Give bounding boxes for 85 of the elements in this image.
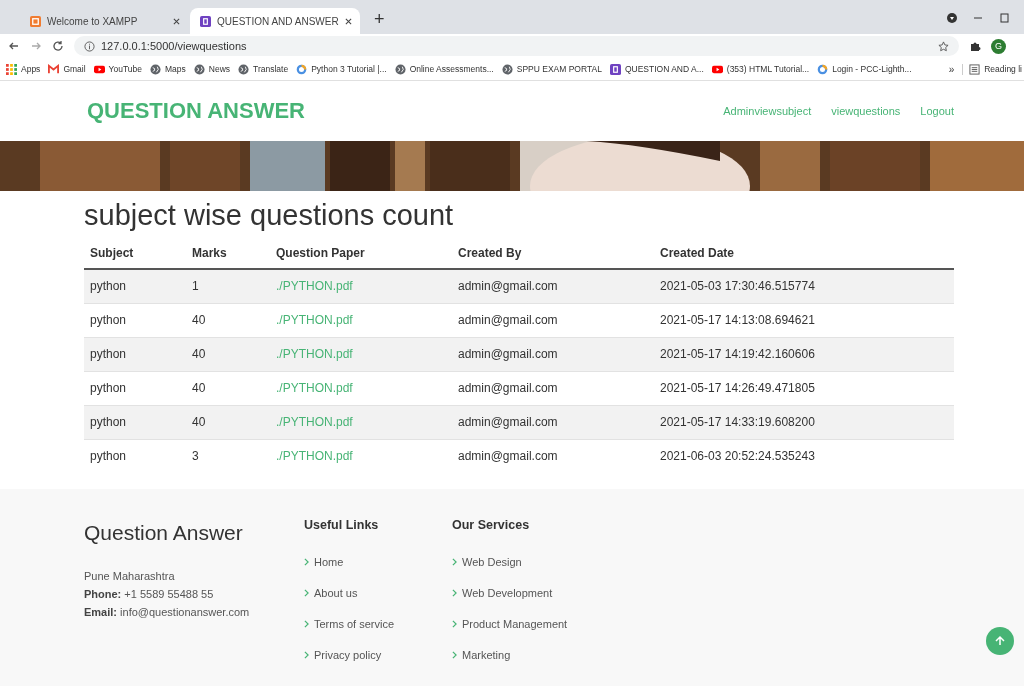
list-icon: [969, 63, 981, 75]
footer-link[interactable]: Product Management: [452, 608, 568, 639]
table-cell: 2021-05-17 14:26:49.471805: [660, 381, 815, 395]
address-text: Pune Maharashtra: [84, 570, 176, 582]
page-heading: subject wise questions count: [84, 199, 455, 232]
table-cell: 40: [192, 313, 206, 327]
close-icon[interactable]: [344, 17, 352, 25]
puzzle-icon[interactable]: [969, 40, 981, 52]
bootstrap-icon: [200, 15, 211, 27]
bookmark[interactable]: SPPU EXAM PORTAL: [501, 63, 602, 75]
chevron-icon: [452, 619, 457, 628]
footer-heading: Useful Links: [304, 518, 380, 532]
chevron-icon: [304, 650, 309, 659]
mail-icon: [48, 63, 60, 75]
back-arrow-icon[interactable]: [8, 40, 20, 52]
chevron-icon: [452, 588, 457, 597]
table-cell: python: [90, 381, 127, 395]
table-cell: python: [90, 347, 127, 361]
bookmark[interactable]: News: [193, 63, 231, 75]
table-cell: admin@gmail.com: [458, 313, 558, 327]
maximize-icon[interactable]: [998, 12, 1010, 24]
footer-link[interactable]: About us: [304, 577, 358, 608]
address-bar[interactable]: 127.0.0.1:5000/viewquestions: [74, 36, 959, 56]
table-cell: admin@gmail.com: [458, 415, 558, 429]
bookmark[interactable]: Online Assessments...: [394, 63, 494, 75]
contact-text: Phone: +1 5589 55488 55: [84, 588, 215, 600]
new-tab-button[interactable]: +: [366, 9, 393, 34]
bookmark[interactable]: YouTube: [93, 63, 142, 75]
table-cell: 3: [192, 449, 199, 463]
browser-tab[interactable]: QUESTION AND ANSWER: [190, 8, 360, 34]
chevron-icon: [304, 557, 309, 566]
bookmark[interactable]: Gmail: [48, 63, 86, 75]
footer-link[interactable]: Web Development: [452, 577, 553, 608]
table-cell: python: [90, 449, 127, 463]
bookmark[interactable]: Maps: [150, 63, 186, 75]
star-icon[interactable]: [938, 40, 949, 52]
xampp-icon: [30, 15, 41, 27]
footer-link[interactable]: Privacy policy: [304, 639, 382, 670]
ring-icon: [296, 63, 308, 75]
ring-icon: [817, 63, 829, 75]
browser-tab[interactable]: Welcome to XAMPP: [20, 8, 190, 34]
chevron-icon: [452, 557, 457, 566]
arrow-up-icon: [994, 635, 1006, 647]
footer-title: Question Answer: [84, 521, 244, 545]
video-icon: [711, 63, 723, 75]
bootstrap-icon: [609, 63, 621, 75]
video-icon: [93, 63, 105, 75]
table-cell: 40: [192, 381, 206, 395]
bookmark[interactable]: Apps: [6, 63, 41, 75]
footer-link[interactable]: Home: [304, 546, 344, 577]
bookmark[interactable]: (353) HTML Tutorial...: [711, 63, 810, 75]
bookmark[interactable]: Python 3 Tutorial |...: [296, 63, 387, 75]
table-cell: python: [90, 415, 127, 429]
footer-link[interactable]: Marketing: [452, 639, 511, 670]
bookmark[interactable]: Login - PCC-Lighth...: [817, 63, 912, 75]
table-cell: 40: [192, 347, 206, 361]
more-bookmarks-button[interactable]: »: [948, 63, 955, 75]
table-cell: 2021-05-03 17:30:46.515774: [660, 279, 815, 293]
table-cell: 40: [192, 415, 206, 429]
bookmark[interactable]: QUESTION AND A...: [609, 63, 704, 75]
table-cell: 2021-05-17 14:19:42.160606: [660, 347, 815, 361]
info-icon[interactable]: [84, 40, 95, 52]
footer-heading: Our Services: [452, 518, 531, 532]
footer-link[interactable]: Web Design: [452, 546, 522, 577]
table-cell: admin@gmail.com: [458, 347, 558, 361]
apps-grid-icon: [6, 63, 17, 75]
table-cell: admin@gmail.com: [458, 381, 558, 395]
table-cell: python: [90, 313, 127, 327]
bookmark[interactable]: Translate: [238, 63, 289, 75]
close-icon[interactable]: [173, 17, 180, 25]
table-cell: 2021-06-03 20:52:24.535243: [660, 449, 815, 463]
table-cell: 2021-05-17 14:13:08.694621: [660, 313, 815, 327]
profile-avatar[interactable]: G: [991, 38, 1006, 54]
table-cell: python: [90, 279, 127, 293]
reload-icon[interactable]: [52, 40, 64, 52]
chevron-icon: [452, 650, 457, 659]
table-cell: 1: [192, 279, 199, 293]
footer-link[interactable]: Terms of service: [304, 608, 395, 639]
chevron-icon: [304, 588, 309, 597]
table-cell: admin@gmail.com: [458, 279, 558, 293]
table-cell: admin@gmail.com: [458, 449, 558, 463]
reading-list-button[interactable]: Reading li: [962, 63, 1022, 75]
table-cell: 2021-05-17 14:33:19.608200: [660, 415, 815, 429]
contact-text: Email: info@questionanswer.com: [84, 606, 251, 618]
chevron-icon: [304, 619, 309, 628]
